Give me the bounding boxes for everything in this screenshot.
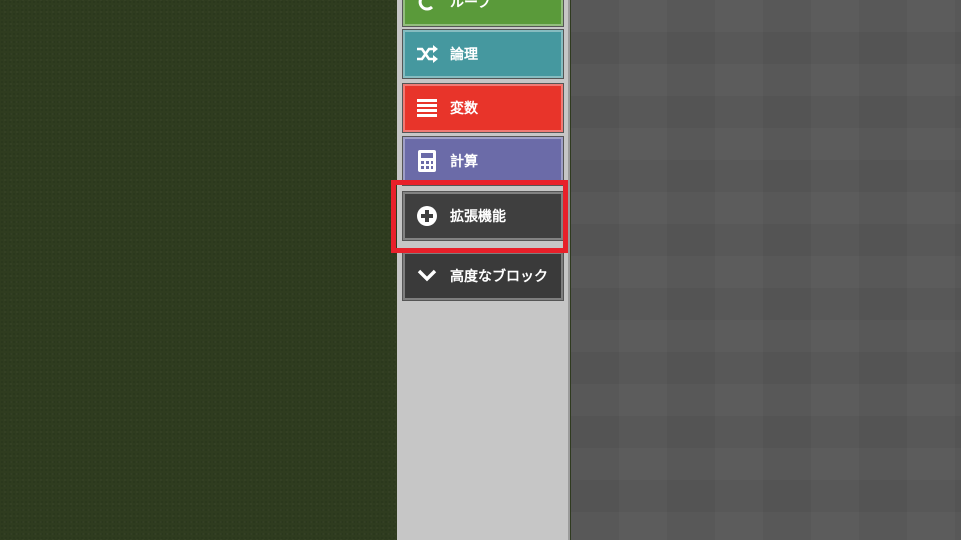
calculator-icon	[416, 150, 438, 172]
shuffle-icon	[416, 43, 438, 65]
category-label: 拡張機能	[450, 209, 506, 225]
category-label: 計算	[450, 154, 478, 170]
category-label: 高度なブロック	[450, 269, 548, 285]
list-icon	[416, 97, 438, 119]
category-math[interactable]: 計算	[402, 136, 564, 186]
category-label: 変数	[450, 101, 478, 117]
category-advanced[interactable]: 高度なブロック	[402, 251, 564, 301]
code-workspace[interactable]	[571, 0, 961, 540]
category-label: ループ	[450, 0, 492, 11]
loop-icon	[416, 0, 438, 13]
category-loops[interactable]: ループ	[402, 0, 564, 27]
category-extensions[interactable]: 拡張機能	[402, 191, 564, 241]
category-variables[interactable]: 変数	[402, 83, 564, 133]
category-label: 論理	[450, 47, 478, 63]
chevron-down-icon	[416, 265, 438, 287]
plus-circle-icon	[416, 205, 438, 227]
category-logic[interactable]: 論理	[402, 29, 564, 79]
simulator-area	[0, 0, 397, 540]
